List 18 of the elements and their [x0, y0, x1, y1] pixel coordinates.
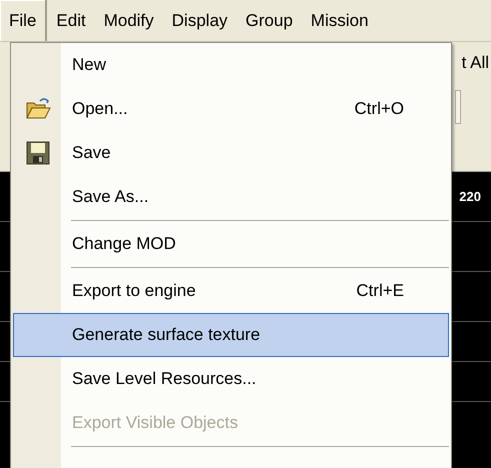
menu-item[interactable]: Generate surface texture: [13, 313, 449, 357]
menu-item[interactable]: Save Level Resources...: [13, 357, 449, 401]
menu-bar-item[interactable]: Mission: [302, 0, 378, 41]
toolbar-text: t All: [462, 52, 490, 74]
menu-bar-item[interactable]: Modify: [94, 0, 163, 41]
menu-item[interactable]: Export to engine Ctrl+E: [13, 269, 449, 313]
menu-item[interactable]: Change MOD: [13, 222, 449, 266]
menu-bar-item[interactable]: Group: [236, 0, 302, 41]
open-folder-icon: [25, 97, 51, 121]
menu-bar-item[interactable]: File: [0, 0, 48, 41]
ruler-value: 220: [459, 188, 482, 206]
menu-bar-item[interactable]: Edit: [47, 0, 95, 41]
menu-item[interactable]: Save As...: [13, 175, 449, 219]
menu-bar-item[interactable]: Display: [162, 0, 237, 41]
menu-item[interactable]: Save: [13, 131, 449, 175]
menu-item[interactable]: Open... Ctrl+O: [13, 87, 449, 131]
toolbar-grip: [455, 90, 461, 124]
menu-item[interactable]: New: [13, 43, 449, 87]
